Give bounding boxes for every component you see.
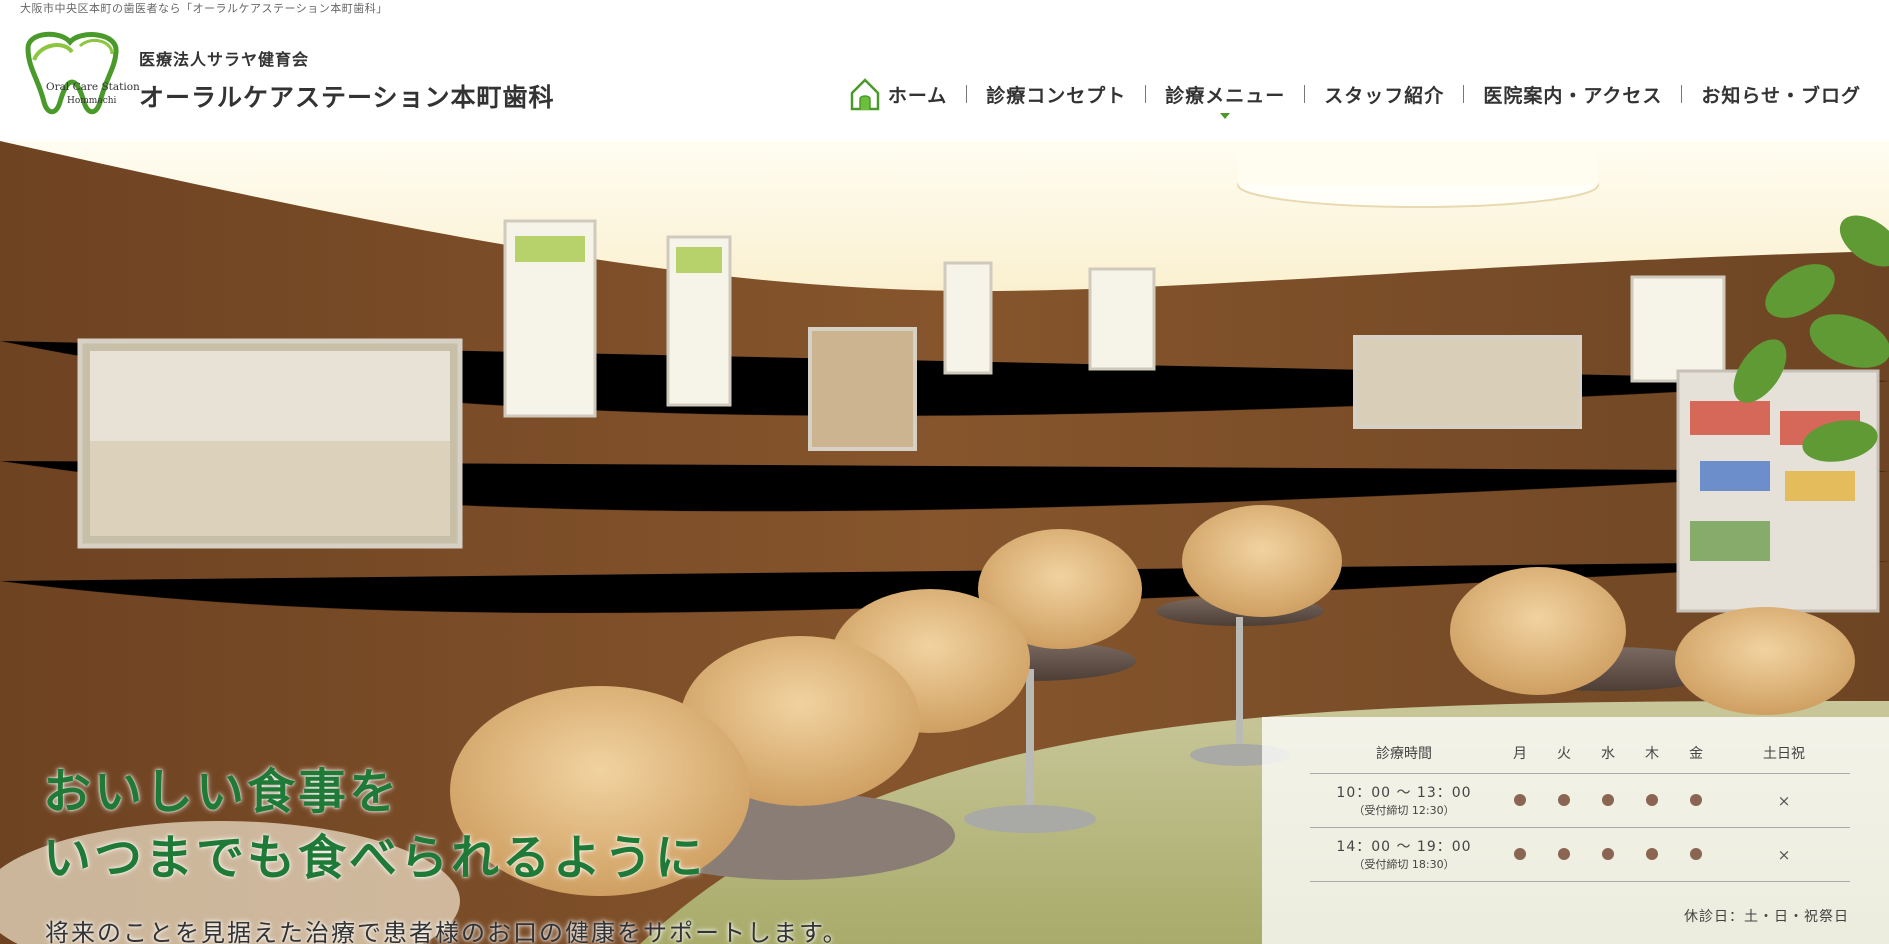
time-cell: 14：00 〜 19：00 （受付締切 18:30） [1310,827,1498,882]
day-cell: × [1718,827,1850,882]
open-dot-icon [1602,793,1614,806]
time-cell: 10：00 〜 13：00 （受付締切 12:30） [1310,773,1498,828]
logo-text-sub: Hommachi [67,96,117,106]
clinic-logo[interactable]: Oral Care Station Hommachi [20,30,140,120]
reception-deadline: （受付締切 12:30） [1353,804,1455,817]
reception-deadline: （受付締切 18:30） [1353,858,1455,871]
closed-days-note: 休診日：土・日・祝祭日 [1684,909,1849,925]
time-range: 10：00 〜 13：00 [1336,785,1472,801]
nav-label-concept: 診療コンセプト [986,84,1127,107]
nav-label-home: ホーム [887,84,948,107]
hero-catchphrase: おいしい食事を いつまでも食べられるように [43,759,706,891]
nav-item-home[interactable]: ホーム [831,77,966,111]
tooth-logo-icon [25,31,119,115]
hours-header-tue: 火 [1542,733,1586,774]
hours-header-row: 診療時間 月 火 水 木 金 土日祝 [1310,733,1850,774]
open-dot-icon [1514,793,1526,806]
day-cell [1674,827,1718,882]
day-cell [1542,773,1586,828]
catch-line-2: いつまでも食べられるように [43,830,707,886]
day-cell [1674,773,1718,828]
open-dot-icon [1514,847,1526,860]
hours-header-fri: 金 [1674,733,1718,774]
closed-mark: × [1777,791,1791,810]
nav-label-staff: スタッフ紹介 [1324,84,1445,107]
day-cell [1498,827,1542,882]
office-hours-table: 診療時間 月 火 水 木 金 土日祝 10：00 〜 13：00 （受付締切 1… [1310,733,1850,882]
nav-item-staff[interactable]: スタッフ紹介 [1305,78,1463,110]
table-row: 10：00 〜 13：00 （受付締切 12:30） × [1310,773,1850,828]
open-dot-icon [1558,847,1570,860]
office-hours-panel: 診療時間 月 火 水 木 金 土日祝 10：00 〜 13：00 （受付締切 1… [1262,717,1889,944]
day-cell [1498,773,1542,828]
open-dot-icon [1690,847,1702,860]
nav-item-blog[interactable]: お知らせ・ブログ [1682,78,1861,110]
nav-item-access[interactable]: 医院案内・アクセス [1464,78,1681,110]
hours-header-thu: 木 [1630,733,1674,774]
home-icon [850,77,880,111]
nav-label-menu: 診療メニュー [1165,84,1286,107]
open-dot-icon [1558,793,1570,806]
organization-name: 医療法人サラヤ健育会 [139,50,310,69]
dropdown-caret-icon [1220,113,1231,119]
hours-header-wed: 水 [1586,733,1630,774]
hero-subcatch: 将来のことを見据えた治療で患者様のお口の健康をサポートします。 [45,919,849,944]
nav-item-concept[interactable]: 診療コンセプト [967,78,1145,110]
closed-mark: × [1777,845,1791,864]
catch-line-1: おいしい食事を [43,764,401,820]
site-header: Oral Care Station Hommachi 医療法人サラヤ健育会 オー… [0,14,1889,141]
nav-label-access: 医院案内・アクセス [1483,84,1663,107]
day-cell [1586,773,1630,828]
day-cell [1630,773,1674,828]
day-cell [1586,827,1630,882]
open-dot-icon [1602,847,1614,860]
day-cell [1542,827,1586,882]
table-row: 14：00 〜 19：00 （受付締切 18:30） × [1310,827,1850,882]
site-tagline: 大阪市中央区本町の歯医者なら「オーラルケアステーション本町歯科」 [20,2,388,15]
day-cell [1630,827,1674,882]
global-nav: ホーム 診療コンセプト 診療メニュー スタッフ紹介 医院案内・アクセス お知らせ… [831,78,1861,126]
nav-item-menu[interactable]: 診療メニュー [1146,78,1304,119]
hours-header-time: 診療時間 [1310,733,1498,774]
nav-label-blog: お知らせ・ブログ [1701,84,1861,107]
logo-text-main: Oral Care Station [46,81,140,93]
time-range: 14：00 〜 19：00 [1336,839,1472,855]
open-dot-icon [1646,847,1658,860]
open-dot-icon [1646,793,1658,806]
hours-header-mon: 月 [1498,733,1542,774]
clinic-name[interactable]: オーラルケアステーション本町歯科 [139,78,555,114]
day-cell: × [1718,773,1850,828]
hero-section: おいしい食事を いつまでも食べられるように 将来のことを見据えた治療で患者様のお… [0,141,1889,944]
open-dot-icon [1690,793,1702,806]
hours-header-weekend: 土日祝 [1718,733,1850,774]
